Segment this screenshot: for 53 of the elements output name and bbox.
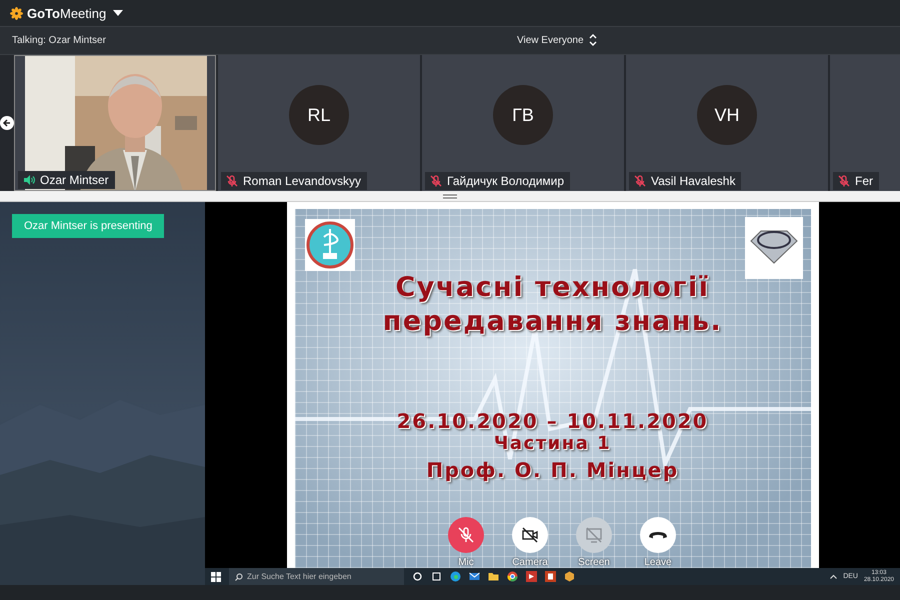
- avatar: RL: [289, 85, 349, 145]
- participant-name: Fer: [833, 172, 879, 190]
- circle-icon[interactable]: [412, 571, 423, 582]
- app-icon[interactable]: [526, 571, 537, 582]
- speaker-icon: [23, 174, 35, 186]
- resize-handle-icon[interactable]: [443, 194, 457, 198]
- camera-icon: [521, 526, 539, 544]
- participant-tile[interactable]: RL Roman Levandovskyy: [218, 55, 420, 191]
- slide-author: Проф. О. П. Мінцер: [426, 458, 679, 482]
- search-icon: [235, 572, 243, 580]
- participant-name: Гайдичук Володимир: [425, 172, 570, 190]
- browser-icon[interactable]: [450, 571, 461, 582]
- search-field[interactable]: Zur Suche Text hier eingeben: [229, 568, 404, 585]
- mic-muted-icon: [838, 175, 850, 187]
- search-input[interactable]: Zur Suche Text hier eingeben: [247, 572, 397, 581]
- view-selector[interactable]: View Everyone: [515, 32, 599, 48]
- logo-icon: [10, 6, 23, 20]
- mic-muted-icon: [634, 175, 646, 187]
- mic-icon: [457, 526, 475, 544]
- slide-subtitle: Частина 1: [494, 433, 612, 454]
- windows-icon[interactable]: [211, 572, 221, 582]
- folder-icon[interactable]: [488, 571, 499, 582]
- talking-label: Talking: Ozar Mintser: [12, 35, 106, 46]
- task-view-icon[interactable]: [431, 571, 442, 582]
- avatar: VH: [697, 85, 757, 145]
- participant-tile[interactable]: VH Vasil Havaleshk: [626, 55, 828, 191]
- back-arrow-icon: [2, 118, 12, 128]
- avatar: ГВ: [493, 85, 553, 145]
- hexagon-icon[interactable]: [564, 571, 575, 582]
- presenter-badge: Ozar Mintser is presenting: [12, 214, 164, 238]
- participant-name: Ozar Mintser: [18, 171, 115, 189]
- participant-tile[interactable]: ГВ Гайдичук Володимир: [422, 55, 624, 191]
- slide-title: передавання знань.: [382, 305, 722, 339]
- back-arrow-button[interactable]: [0, 116, 14, 130]
- presentation-icon[interactable]: [545, 571, 556, 582]
- app-name: GoToMeeting: [27, 6, 106, 20]
- emblem-icon: [304, 219, 354, 271]
- participant-name: Vasil Havaleshk: [629, 172, 742, 190]
- slide-dates: 26.10.2020 – 10.11.2020: [396, 409, 708, 433]
- participant-name: Roman Levandovskyy: [221, 172, 368, 190]
- slide-title: Сучасні технології: [395, 271, 710, 305]
- caret-icon[interactable]: [113, 9, 124, 17]
- screen-icon: [585, 526, 603, 544]
- participant-tile[interactable]: Fer: [830, 55, 900, 191]
- mic-muted-icon: [430, 175, 442, 187]
- chrome-icon[interactable]: [507, 571, 518, 582]
- phone-icon: [649, 532, 667, 538]
- mail-icon[interactable]: [469, 571, 480, 582]
- sort-arrows-icon: [588, 34, 597, 46]
- participant-tile[interactable]: Ozar Mintser: [14, 55, 216, 191]
- chevron-icon[interactable]: [830, 574, 838, 579]
- mic-muted-icon: [226, 175, 238, 187]
- diamond-logo-icon: [744, 217, 802, 279]
